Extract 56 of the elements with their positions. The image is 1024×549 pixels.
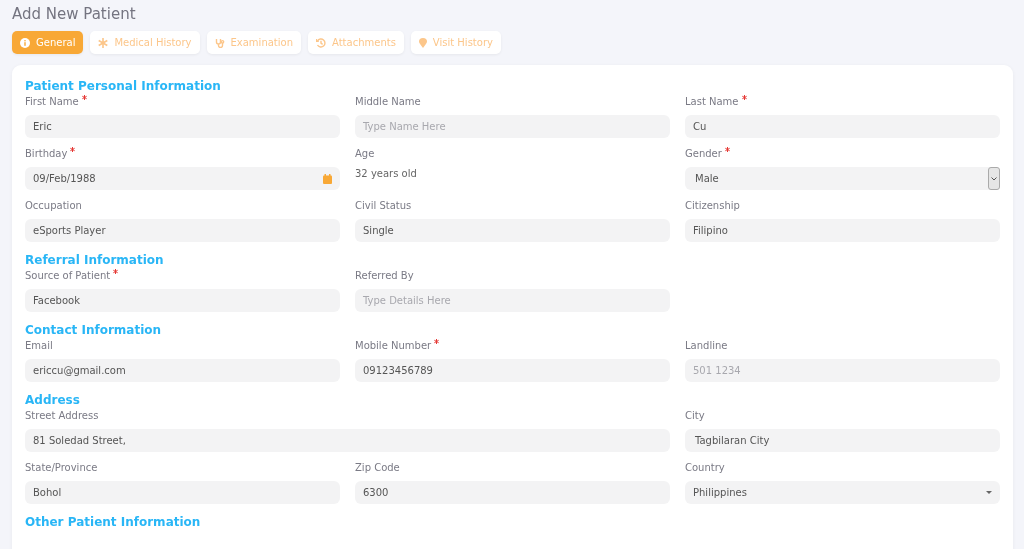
field-label: Gender: [685, 147, 730, 160]
info-icon: [20, 37, 30, 48]
page-title: Add New Patient: [12, 5, 137, 23]
input-field[interactable]: Eric: [25, 115, 340, 138]
field-label: Zip Code: [355, 461, 400, 474]
field-label: Mobile Number: [355, 339, 440, 352]
section-heading: Address: [25, 392, 81, 409]
input-field[interactable]: Facebook: [25, 289, 340, 312]
history-icon: [316, 37, 326, 48]
field-label: Citizenship: [685, 199, 740, 212]
field-label: State/Province: [25, 461, 98, 474]
field-label: Age: [355, 147, 375, 160]
field-label: City: [685, 409, 705, 422]
field-label: Birthday: [25, 147, 76, 160]
section-heading: Patient Personal Information: [25, 78, 222, 95]
field-label: Civil Status: [355, 199, 412, 212]
calendar-icon: [323, 173, 332, 184]
select-field[interactable]: Tagbilaran City: [685, 429, 1000, 452]
asterisk-icon: [98, 37, 109, 48]
input-field[interactable]: ericcu@gmail.com: [25, 359, 340, 382]
required-icon: [724, 147, 730, 152]
field-label: Middle Name: [355, 95, 421, 108]
section-heading: Contact Information: [25, 322, 163, 339]
required-icon: [741, 95, 747, 100]
field-label: Occupation: [25, 199, 82, 212]
input-field[interactable]: Bohol: [25, 481, 340, 504]
field-label: Email: [25, 339, 53, 352]
stethoscope-icon: [214, 37, 225, 48]
input-field[interactable]: 81 Soledad Street,: [25, 429, 670, 452]
field-label: Referred By: [355, 269, 414, 282]
field-label: Country: [685, 461, 725, 474]
required-icon: [434, 339, 440, 344]
age-value: 32 years old: [355, 167, 418, 181]
map-pin-icon: [418, 37, 427, 48]
section-heading: Other Patient Information: [25, 514, 202, 531]
chevron-down-icon: [991, 176, 997, 181]
required-icon: [113, 269, 119, 274]
input-field[interactable]: 6300: [355, 481, 670, 504]
section-heading: Referral Information: [25, 252, 165, 269]
input-field[interactable]: Filipino: [685, 219, 1000, 242]
select-field[interactable]: Male: [685, 167, 1000, 190]
field-label: Last Name: [685, 95, 747, 108]
field-label: First Name: [25, 95, 87, 108]
input-field[interactable]: Single: [355, 219, 670, 242]
input-field[interactable]: eSports Player: [25, 219, 340, 242]
field-label: Landline: [685, 339, 728, 352]
select-field[interactable]: Philippines: [685, 481, 1000, 504]
date-field[interactable]: 09/Feb/1988: [25, 167, 340, 190]
field-label: Source of Patient: [25, 269, 119, 282]
field-label: Street Address: [25, 409, 99, 422]
required-icon: [81, 95, 87, 100]
caret-down-icon: [986, 491, 992, 494]
input-field[interactable]: 09123456789: [355, 359, 670, 382]
required-icon: [70, 147, 76, 152]
input-field[interactable]: Cu: [685, 115, 1000, 138]
dropdown-button[interactable]: [988, 167, 1000, 190]
